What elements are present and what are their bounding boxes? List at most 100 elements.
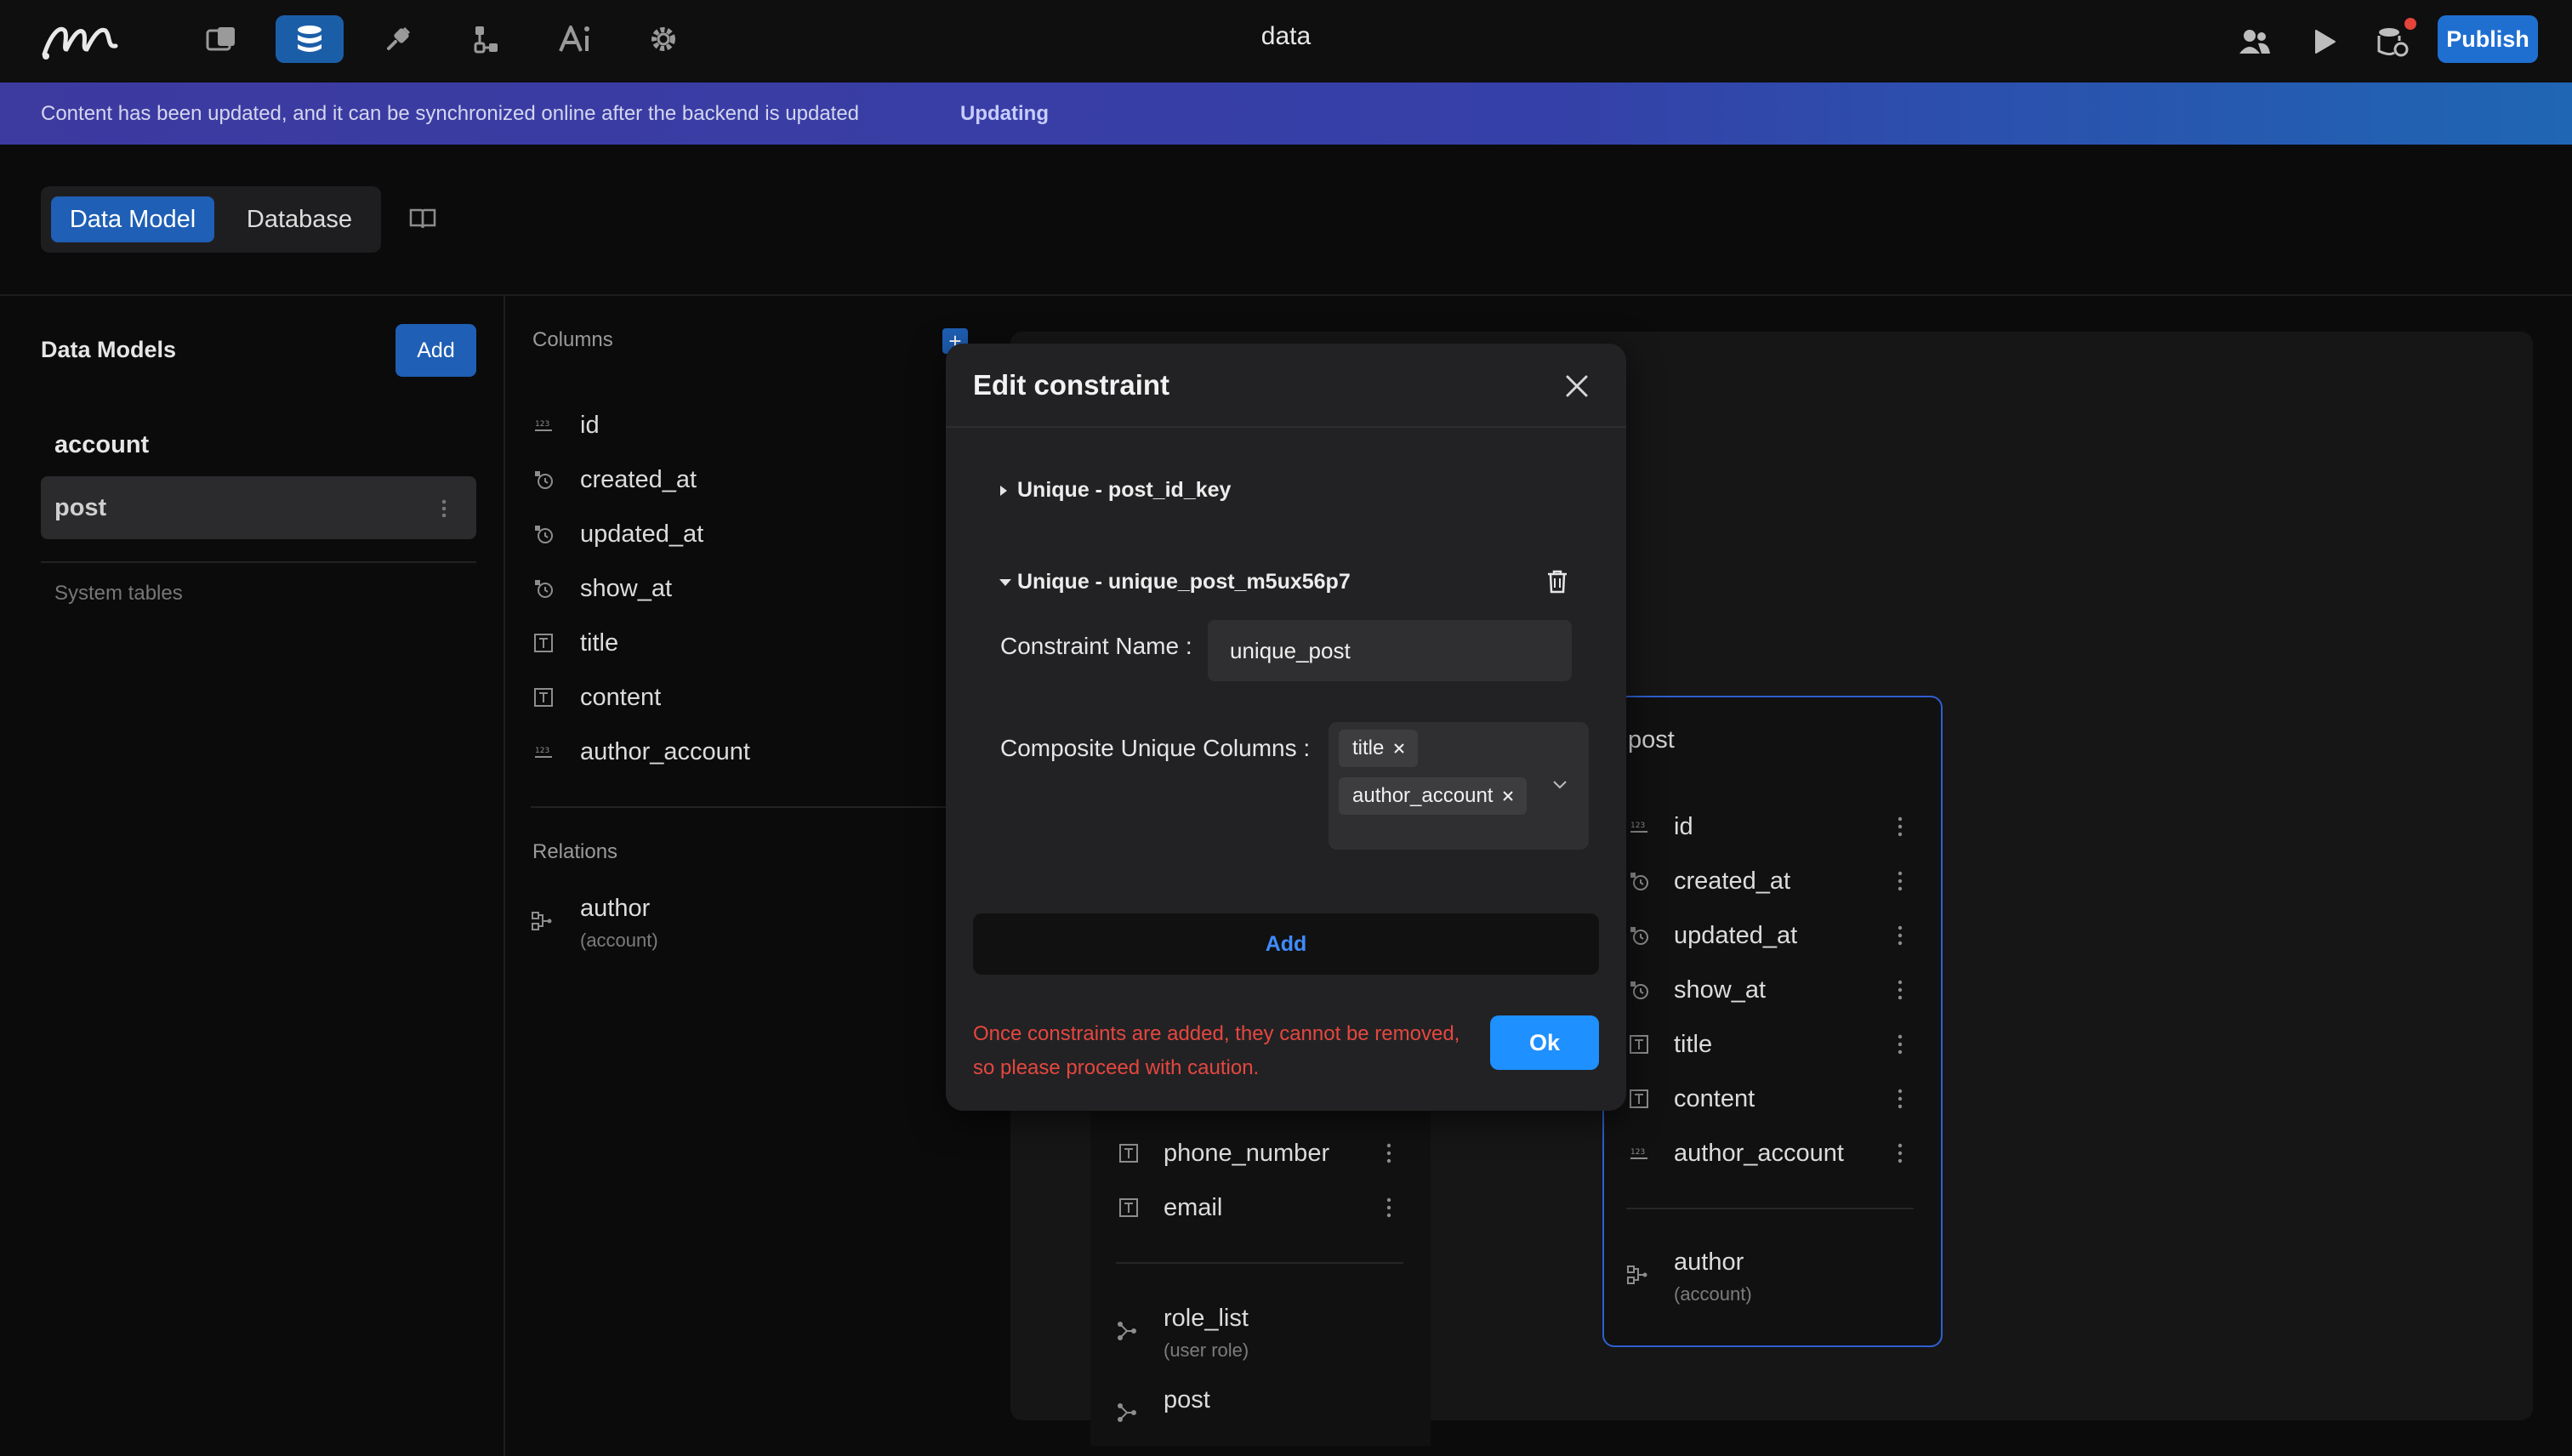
card-field-name: id <box>1674 812 1693 840</box>
trash-icon <box>1546 569 1568 594</box>
column-row[interactable]: 123 author_account <box>531 728 750 776</box>
text-icon <box>531 633 556 653</box>
card-field-row[interactable]: show_at <box>1626 966 1766 1014</box>
pages-icon <box>204 24 238 54</box>
section-title: Unique - unique_post_m5ux56p7 <box>1017 570 1351 594</box>
text-icon <box>1626 1034 1652 1055</box>
model-item-label: account <box>54 430 150 458</box>
card-field-row[interactable]: updated_at <box>1626 912 1797 959</box>
plugin-nav-button[interactable] <box>364 15 432 63</box>
card-field-row[interactable]: 123 author_account <box>1626 1129 1844 1177</box>
kebab-menu-icon[interactable] <box>1384 1141 1394 1165</box>
kebab-menu-icon[interactable] <box>1895 1141 1905 1165</box>
notification-dot <box>2404 18 2416 30</box>
settings-nav-button[interactable] <box>629 15 697 63</box>
model-item-post[interactable]: post <box>41 476 476 539</box>
flow-nav-button[interactable] <box>452 15 521 63</box>
remove-tag-icon[interactable] <box>1392 742 1406 755</box>
text-icon <box>1116 1197 1141 1218</box>
tab-data-model[interactable]: Data Model <box>51 196 214 242</box>
column-row[interactable]: created_at <box>531 456 697 503</box>
relation-row[interactable]: author (account) <box>531 895 658 952</box>
column-row[interactable]: show_at <box>531 565 672 612</box>
database-icon <box>294 23 325 55</box>
constraint-section-post-id-key[interactable]: Unique - post_id_key <box>999 478 1231 503</box>
card-field-row[interactable]: email <box>1116 1184 1222 1231</box>
docs-button[interactable] <box>408 207 437 230</box>
kebab-menu-icon[interactable] <box>1895 978 1905 1002</box>
preview-button[interactable] <box>2303 20 2346 63</box>
remove-tag-icon[interactable] <box>1501 789 1515 803</box>
svg-text:123: 123 <box>535 420 549 429</box>
caret-right-icon <box>999 484 1017 498</box>
publish-button[interactable]: Publish <box>2438 15 2538 63</box>
kebab-menu-icon[interactable] <box>1895 815 1905 839</box>
text-icon <box>1116 1143 1141 1163</box>
kebab-menu-icon[interactable] <box>1895 924 1905 947</box>
app-logo[interactable] <box>39 15 124 63</box>
play-icon <box>2313 28 2336 55</box>
kebab-menu-icon[interactable] <box>1384 1196 1394 1220</box>
column-row[interactable]: title <box>531 619 618 667</box>
constraint-section-unique-post[interactable]: Unique - unique_post_m5ux56p7 <box>999 570 1351 594</box>
column-row[interactable]: updated_at <box>531 510 703 558</box>
relation-target: (account) <box>580 930 658 951</box>
kebab-menu-icon[interactable] <box>1895 869 1905 893</box>
ai-nav-button[interactable] <box>541 15 609 63</box>
add-model-button[interactable]: Add <box>395 324 476 377</box>
pages-nav-button[interactable] <box>187 15 255 63</box>
database-nav-button[interactable] <box>276 15 344 63</box>
svg-text:123: 123 <box>1630 1148 1645 1157</box>
section-title: Unique - post_id_key <box>1017 478 1232 502</box>
card-relation-row[interactable]: role_list (user role) <box>1116 1305 1249 1362</box>
card-field-row[interactable]: content <box>1626 1075 1755 1123</box>
column-tag-title: title <box>1339 730 1419 767</box>
svg-text:123: 123 <box>535 747 549 755</box>
column-name: title <box>580 628 619 657</box>
column-name: content <box>580 683 662 711</box>
card-relation-row[interactable]: post <box>1116 1386 1210 1424</box>
card-field-name: author_account <box>1674 1139 1844 1167</box>
tag-label: title <box>1352 737 1385 759</box>
kebab-menu-icon[interactable] <box>1895 1032 1905 1056</box>
post-card-title: post <box>1628 726 1675 754</box>
svg-text:123: 123 <box>1630 822 1645 830</box>
tab-database[interactable]: Database <box>223 196 376 242</box>
book-icon <box>408 207 437 230</box>
header-divider <box>0 294 2572 296</box>
kebab-menu-icon[interactable] <box>1895 1087 1905 1111</box>
ok-button[interactable]: Ok <box>1490 1015 1599 1070</box>
columns-label: Columns <box>532 328 613 351</box>
flow-icon <box>470 23 503 55</box>
column-row[interactable]: 123 id <box>531 401 600 449</box>
card-field-row[interactable]: phone_number <box>1116 1129 1329 1177</box>
relation-target: (user role) <box>1164 1339 1249 1361</box>
card-field-row[interactable]: 123 id <box>1626 803 1693 850</box>
close-icon <box>1563 373 1590 400</box>
chevron-down-icon[interactable] <box>1551 779 1568 791</box>
column-name: id <box>580 411 600 439</box>
delete-constraint-button[interactable] <box>1546 569 1568 594</box>
database-sync-icon <box>2376 26 2410 58</box>
close-button[interactable] <box>1563 373 1590 400</box>
users-icon <box>2238 28 2272 55</box>
banner-message: Content has been updated, and it can be … <box>41 102 860 125</box>
data-models-title: Data Models <box>41 337 177 362</box>
column-row[interactable]: content <box>531 674 661 721</box>
kebab-menu-icon[interactable] <box>438 496 450 521</box>
add-constraint-button[interactable]: Add <box>973 913 1599 975</box>
system-tables-link[interactable]: System tables <box>54 582 183 606</box>
constraint-name-input[interactable] <box>1208 620 1572 681</box>
dialog-title: Edit constraint <box>973 369 1170 401</box>
relation-many-icon <box>1116 1320 1141 1342</box>
card-relation-row[interactable]: author (account) <box>1626 1248 1752 1305</box>
card-field-row[interactable]: created_at <box>1626 857 1790 905</box>
number-icon: 123 <box>531 417 556 434</box>
model-item-account[interactable]: account <box>41 413 476 476</box>
collaborators-button[interactable] <box>2233 20 2276 63</box>
column-name: created_at <box>580 465 697 493</box>
card-field-row[interactable]: title <box>1626 1021 1712 1068</box>
relation-many-icon <box>1116 1402 1141 1424</box>
gear-icon <box>648 24 679 54</box>
sidebar-divider <box>41 561 476 563</box>
